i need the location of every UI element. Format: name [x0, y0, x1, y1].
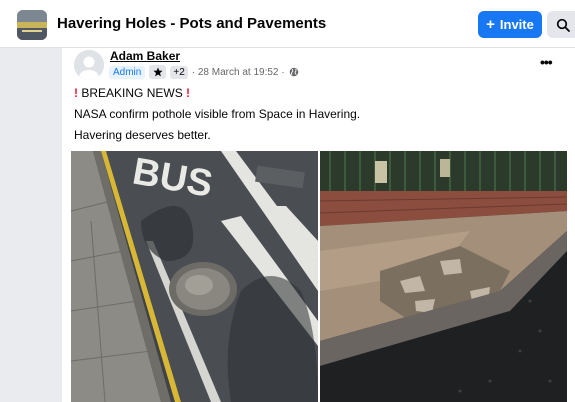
post-line-2: Havering deserves better.	[74, 128, 211, 142]
plus-icon: +	[486, 16, 495, 33]
breaking-text: BREAKING NEWS	[81, 86, 183, 100]
avatar[interactable]	[74, 50, 104, 80]
globe-icon	[289, 67, 298, 77]
search-icon	[556, 18, 570, 32]
invite-label: Invite	[499, 17, 534, 32]
exclamation-icon: !	[74, 86, 78, 100]
search-button[interactable]	[547, 11, 575, 38]
post-headline: ! BREAKING NEWS !	[74, 86, 190, 100]
broken-kerb-photo[interactable]	[320, 151, 567, 402]
pothole-photo[interactable]: BUS	[71, 151, 318, 402]
group-thumbnail[interactable]	[17, 10, 47, 40]
admin-badge: Admin	[109, 65, 146, 79]
post-line-1: NASA confirm pothole visible from Space …	[74, 107, 361, 121]
left-gutter	[0, 48, 62, 402]
group-title[interactable]: Havering Holes - Pots and Pavements	[57, 15, 326, 32]
more-icon[interactable]: •••	[540, 54, 553, 70]
post-timestamp[interactable]: · 28 March at 19:52 ·	[192, 67, 285, 78]
extra-badges[interactable]: +2	[170, 65, 188, 79]
star-icon	[149, 65, 167, 79]
author-name[interactable]: Adam Baker	[110, 49, 180, 63]
invite-button[interactable]: + Invite	[478, 11, 542, 38]
exclamation-icon: !	[186, 86, 191, 100]
post-card: Adam Baker Admin +2 · 28 March at 19:52 …	[62, 48, 575, 402]
post-meta: Admin +2 · 28 March at 19:52 ·	[109, 65, 299, 79]
group-header: Havering Holes - Pots and Pavements + In…	[0, 0, 575, 48]
